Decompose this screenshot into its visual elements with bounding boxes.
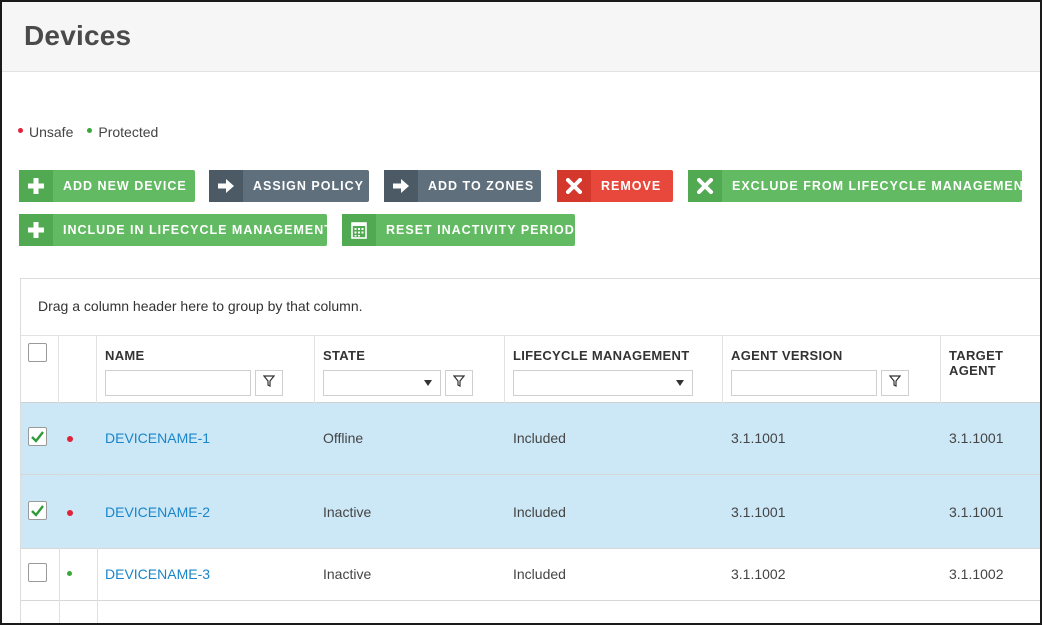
chevron-down-icon: [676, 380, 684, 386]
row-checkbox[interactable]: [28, 563, 47, 582]
app-window: Devices Unsafe Protected ADD NEW DEVICE …: [2, 2, 1040, 623]
table-row[interactable]: DEVICENAME-1 Offline Included 3.1.1001 3…: [21, 403, 1040, 475]
target-agent-column-header[interactable]: TARGET AGENT: [941, 336, 1040, 404]
state-cell: Inactive: [323, 504, 372, 520]
filter-icon: [452, 374, 466, 392]
target-agent-cell: 3.1.1001: [949, 504, 1004, 520]
table-row[interactable]: DEVICENAME-3 Inactive Included 3.1.1002 …: [21, 549, 1040, 601]
page-title: Devices: [24, 20, 132, 51]
target-agent-cell: 3.1.1002: [949, 566, 1004, 582]
name-filter-button[interactable]: [255, 370, 283, 396]
lifecycle-cell: Included: [513, 566, 566, 582]
checkmark-icon: [31, 505, 44, 517]
column-divider: [97, 403, 98, 623]
plus-icon: [19, 170, 53, 202]
device-name-link[interactable]: DEVICENAME-3: [105, 566, 210, 582]
state-column-label: STATE: [323, 348, 366, 363]
column-divider: [59, 403, 60, 623]
name-column-header[interactable]: NAME: [97, 336, 315, 404]
unsafe-dot-icon: [67, 510, 73, 516]
x-icon: [557, 170, 591, 202]
unsafe-dot-icon: [67, 436, 73, 442]
device-name-link[interactable]: DEVICENAME-1: [105, 430, 210, 446]
agent-version-filter-button[interactable]: [881, 370, 909, 396]
lifecycle-column-label: LIFECYCLE MANAGEMENT: [513, 348, 690, 363]
legend-unsafe: Unsafe: [18, 124, 73, 140]
add-new-device-label: ADD NEW DEVICE: [63, 179, 187, 193]
filter-icon: [262, 374, 276, 392]
state-filter-button[interactable]: [445, 370, 473, 396]
agent-version-cell: 3.1.1001: [731, 504, 786, 520]
add-to-zones-label: ADD TO ZONES: [428, 179, 535, 193]
grid-header-row: NAME STATE LIFECYCLE MANAGEMENT AGENT VE…: [21, 335, 1040, 404]
row-checkbox[interactable]: [28, 501, 47, 520]
unsafe-dot-icon: [18, 128, 23, 133]
name-column-label: NAME: [105, 348, 145, 363]
legend-protected-label: Protected: [98, 124, 159, 140]
include-lifecycle-button[interactable]: INCLUDE IN LIFECYCLE MANAGEMENT: [19, 214, 332, 246]
table-row[interactable]: DEVICENAME-2 Inactive Included 3.1.1001 …: [21, 475, 1040, 549]
exclude-lifecycle-label: EXCLUDE FROM LIFECYCLE MANAGEMENT: [732, 179, 1033, 193]
state-cell: Inactive: [323, 566, 372, 582]
include-lifecycle-label: INCLUDE IN LIFECYCLE MANAGEMENT: [63, 223, 333, 237]
checkmark-icon: [31, 431, 44, 443]
lifecycle-cell: Included: [513, 430, 566, 446]
protected-dot-icon: [67, 571, 72, 576]
reset-inactivity-label: RESET INACTIVITY PERIOD: [386, 223, 575, 237]
arrow-right-icon: [384, 170, 418, 202]
agent-version-cell: 3.1.1002: [731, 566, 786, 582]
page-header: Devices: [2, 2, 1040, 72]
device-name-link[interactable]: DEVICENAME-2: [105, 504, 210, 520]
status-column-header: [59, 336, 97, 404]
group-by-hint[interactable]: Drag a column header here to group by th…: [21, 279, 1040, 335]
state-column-header[interactable]: STATE: [315, 336, 505, 404]
exclude-lifecycle-button[interactable]: EXCLUDE FROM LIFECYCLE MANAGEMENT: [688, 170, 1031, 202]
protected-dot-icon: [87, 128, 93, 133]
add-to-zones-button[interactable]: ADD TO ZONES: [384, 170, 541, 202]
add-new-device-button[interactable]: ADD NEW DEVICE: [19, 170, 195, 202]
select-all-checkbox[interactable]: [28, 343, 47, 362]
filter-icon: [888, 374, 902, 392]
agent-version-cell: 3.1.1001: [731, 430, 786, 446]
row-checkbox[interactable]: [28, 427, 47, 446]
name-filter-input[interactable]: [105, 370, 251, 396]
arrow-right-icon: [209, 170, 243, 202]
target-agent-column-label: TARGET AGENT: [949, 348, 1004, 378]
devices-grid: Drag a column header here to group by th…: [20, 278, 1040, 623]
chevron-down-icon: [424, 380, 432, 386]
lifecycle-column-header[interactable]: LIFECYCLE MANAGEMENT: [505, 336, 723, 404]
legend-protected: Protected: [87, 124, 158, 140]
legend-unsafe-label: Unsafe: [29, 124, 74, 140]
agent-version-filter-input[interactable]: [731, 370, 877, 396]
status-legend: Unsafe Protected: [18, 124, 158, 140]
assign-policy-button[interactable]: ASSIGN POLICY: [209, 170, 369, 202]
lifecycle-cell: Included: [513, 504, 566, 520]
target-agent-cell: 3.1.1001: [949, 430, 1004, 446]
remove-label: REMOVE: [601, 179, 662, 193]
assign-policy-label: ASSIGN POLICY: [253, 179, 364, 193]
plus-icon: [19, 214, 53, 246]
remove-button[interactable]: REMOVE: [557, 170, 673, 202]
calendar-icon: [342, 214, 376, 246]
state-filter-select[interactable]: [323, 370, 441, 396]
agent-version-column-header[interactable]: AGENT VERSION: [723, 336, 941, 404]
x-icon: [688, 170, 722, 202]
agent-version-column-label: AGENT VERSION: [731, 348, 843, 363]
lifecycle-filter-select[interactable]: [513, 370, 693, 396]
reset-inactivity-button[interactable]: RESET INACTIVITY PERIOD: [342, 214, 575, 246]
state-cell: Offline: [323, 430, 364, 446]
select-all-cell: [21, 336, 59, 404]
